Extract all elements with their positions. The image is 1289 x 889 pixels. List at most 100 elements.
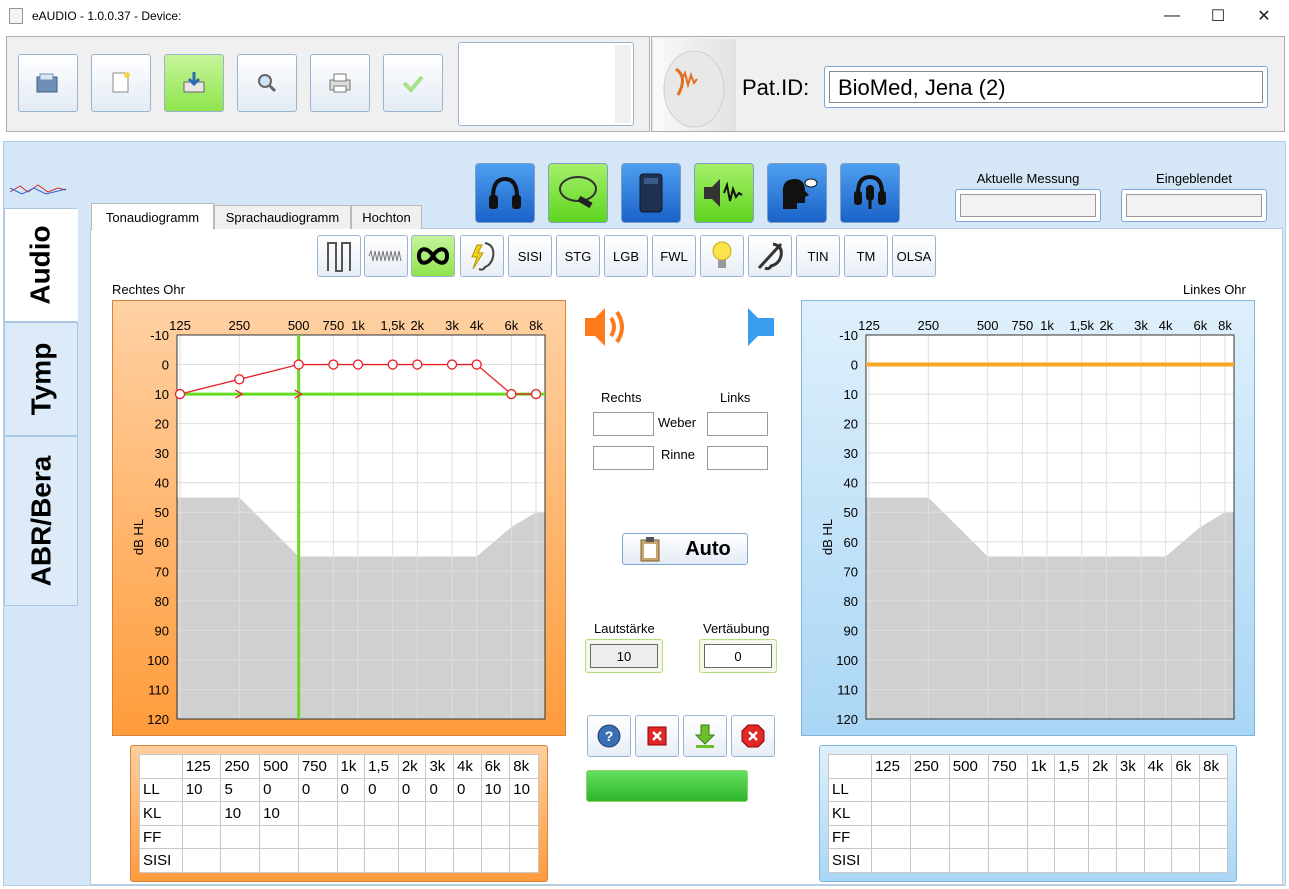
cancel-button[interactable] [731, 715, 775, 757]
table-cell[interactable] [948, 848, 989, 873]
table-cell[interactable] [297, 848, 338, 873]
side-tab-tymp[interactable]: Tymp [4, 322, 78, 436]
table-cell[interactable] [397, 848, 427, 873]
table-cell[interactable] [909, 801, 950, 826]
table-cell[interactable] [987, 777, 1028, 803]
table-cell[interactable] [1026, 777, 1056, 803]
test-stg-button[interactable]: STG [556, 235, 600, 277]
side-tab-audio[interactable]: Audio [4, 208, 78, 322]
table-cell[interactable] [397, 801, 427, 826]
patient-id-field[interactable]: BioMed, Jena (2) [824, 66, 1268, 108]
table-cell[interactable]: 10 [480, 777, 511, 803]
table-cell[interactable] [1088, 848, 1117, 873]
table-cell[interactable] [870, 801, 911, 826]
table-cell[interactable] [1054, 848, 1090, 873]
tab-tonaudiogramm[interactable]: Tonaudiogramm [91, 203, 214, 230]
table-cell[interactable] [1026, 848, 1056, 873]
rinne-right-field[interactable] [593, 446, 654, 470]
table-cell[interactable] [181, 801, 222, 826]
table-cell[interactable] [1199, 848, 1228, 873]
table-cell[interactable] [1115, 777, 1145, 803]
table-cell[interactable]: 10 [509, 777, 539, 803]
right-ear-audiogram[interactable]: 125 250 500 750 1k 1,5k 2k 3k 4k 6k 8k -10 0 10 20 30 40… [112, 300, 566, 736]
table-cell[interactable] [364, 848, 399, 873]
hearing-loop-button[interactable] [748, 235, 792, 277]
table-cell[interactable] [948, 777, 989, 803]
tab-hochton[interactable]: Hochton [351, 205, 422, 229]
table-cell[interactable] [1199, 801, 1228, 826]
table-cell[interactable] [181, 848, 222, 873]
weber-right-field[interactable] [593, 412, 654, 436]
pulse-tone-button[interactable] [317, 235, 361, 277]
table-cell[interactable] [259, 848, 299, 873]
new-button[interactable] [91, 54, 151, 112]
table-cell[interactable] [480, 824, 511, 850]
close-button[interactable]: ✕ [1241, 0, 1287, 32]
table-cell[interactable] [1115, 848, 1145, 873]
test-olsa-button[interactable]: OLSA [892, 235, 936, 277]
table-cell[interactable] [1088, 801, 1117, 826]
table-cell[interactable]: 0 [259, 777, 299, 803]
talkover-button[interactable] [767, 163, 827, 223]
table-cell[interactable] [1088, 777, 1117, 803]
notes-scrollbar[interactable] [615, 45, 631, 123]
open-button[interactable] [18, 54, 78, 112]
tinnitus-ear-button[interactable] [460, 235, 504, 277]
left-speaker-icon[interactable] [746, 304, 776, 353]
table-cell[interactable] [1115, 801, 1145, 826]
table-cell[interactable] [1143, 824, 1173, 850]
table-cell[interactable] [909, 848, 950, 873]
test-fwl-button[interactable]: FWL [652, 235, 696, 277]
test-lgb-button[interactable]: LGB [604, 235, 648, 277]
table-cell[interactable]: 0 [397, 777, 427, 803]
delete-point-button[interactable] [635, 715, 679, 757]
table-cell[interactable] [909, 824, 950, 850]
table-cell[interactable] [1143, 848, 1173, 873]
free-field-speaker-button[interactable] [694, 163, 754, 223]
table-cell[interactable] [1171, 801, 1201, 826]
table-cell[interactable] [453, 824, 482, 850]
table-cell[interactable] [480, 801, 511, 826]
table-cell[interactable] [480, 848, 511, 873]
table-cell[interactable] [336, 824, 366, 850]
print-button[interactable] [310, 54, 370, 112]
table-cell[interactable] [297, 801, 338, 826]
table-cell[interactable] [364, 824, 399, 850]
table-cell[interactable] [397, 824, 427, 850]
continuous-tone-button[interactable] [411, 235, 455, 277]
rinne-left-field[interactable] [707, 446, 768, 470]
table-cell[interactable] [1115, 824, 1145, 850]
table-cell[interactable] [509, 801, 539, 826]
table-cell[interactable] [1088, 824, 1117, 850]
import-button[interactable] [164, 54, 224, 112]
save-point-button[interactable] [683, 715, 727, 757]
table-cell[interactable] [870, 777, 911, 803]
table-cell[interactable] [1199, 777, 1228, 803]
weber-left-field[interactable] [707, 412, 768, 436]
table-cell[interactable] [336, 801, 366, 826]
table-cell[interactable] [453, 801, 482, 826]
table-cell[interactable] [909, 777, 950, 803]
table-cell[interactable]: 10 [259, 801, 299, 826]
table-cell[interactable] [425, 848, 455, 873]
table-cell[interactable]: 0 [336, 777, 366, 803]
tab-sprachaudiogramm[interactable]: Sprachaudiogramm [214, 205, 351, 229]
table-cell[interactable] [509, 824, 539, 850]
table-cell[interactable] [1054, 777, 1090, 803]
table-cell[interactable] [1026, 824, 1056, 850]
masking-field[interactable]: 0 [699, 639, 777, 673]
table-cell[interactable] [220, 848, 261, 873]
microphone-headset-button[interactable] [840, 163, 900, 223]
confirm-button[interactable] [383, 54, 443, 112]
table-cell[interactable] [1143, 801, 1173, 826]
table-cell[interactable]: 10 [181, 777, 222, 803]
table-cell[interactable] [336, 848, 366, 873]
volume-field[interactable]: 10 [585, 639, 663, 673]
table-cell[interactable] [1171, 848, 1201, 873]
left-ear-audiogram[interactable]: 125 250 500 750 1k 1,5k 2k 3k 4k 6k 8k -10 0 10 20 30 40… [801, 300, 1255, 736]
test-sisi-button[interactable]: SISI [508, 235, 552, 277]
side-tab-abr-bera[interactable]: ABR/Bera [4, 436, 78, 606]
table-cell[interactable] [1026, 801, 1056, 826]
table-cell[interactable] [987, 824, 1028, 850]
light-bulb-button[interactable] [700, 235, 744, 277]
